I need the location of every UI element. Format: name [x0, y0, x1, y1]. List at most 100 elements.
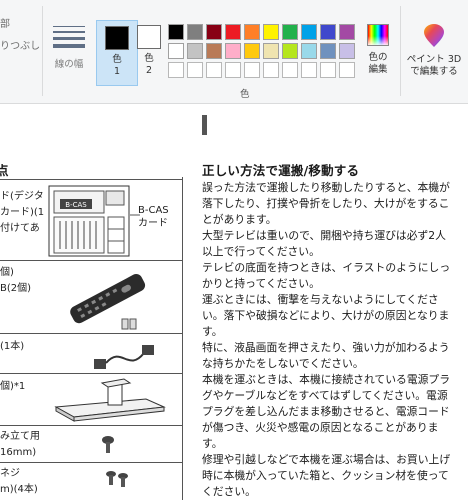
palette-color-swatch[interactable]: [206, 43, 222, 59]
table-row-border: [0, 373, 182, 374]
palette-color-swatch[interactable]: [244, 24, 260, 40]
palette-color-swatch[interactable]: [244, 43, 260, 59]
color-spectrum-icon: [367, 24, 389, 46]
palette-color-swatch[interactable]: [263, 24, 279, 40]
palette-color-swatch[interactable]: [187, 43, 203, 59]
palette-color-swatch[interactable]: [225, 24, 241, 40]
shape-fill-label[interactable]: りつぶし: [0, 36, 40, 58]
color2-swatch: [137, 25, 161, 49]
drawing-canvas[interactable]: 点 ド(デジタ カード)(1 付けてあ B-CAS B-CAS カード 個) B…: [0, 105, 468, 500]
row4-line1: 個)*1: [0, 381, 26, 392]
custom-color-slot[interactable]: [168, 62, 184, 78]
table-row-text: 個) B(2個): [0, 265, 31, 297]
palette-color-swatch[interactable]: [168, 24, 184, 40]
custom-color-slot[interactable]: [320, 62, 336, 78]
bcas-label-line2: カード: [138, 218, 168, 229]
row5-line1: み立て用: [0, 431, 40, 442]
paint3d-icon: [424, 24, 444, 47]
custom-color-slot[interactable]: [225, 62, 241, 78]
custom-color-slot[interactable]: [263, 62, 279, 78]
custom-color-slot[interactable]: [339, 62, 355, 78]
custom-color-slot[interactable]: [282, 62, 298, 78]
table-row-text: ド(デジタ カード)(1 付けてあ: [0, 189, 44, 237]
paint-ribbon: 部 りつぶし 線の幅 色 1 色 2 色 色の 編集 ペイント 3D で編集する: [0, 0, 468, 104]
table-row-text: 個)*1: [0, 379, 25, 395]
table-divider: [182, 177, 183, 500]
paragraph: 本機を運ぶときは、本機に接続されている電源プラグやケーブルなどをすべてはずしてく…: [202, 373, 451, 450]
row1-line2: カード)(1: [0, 207, 45, 218]
row6-line2: m)(4本): [0, 484, 38, 495]
line-width-button[interactable]: 線の幅: [46, 6, 92, 86]
palette-color-swatch[interactable]: [320, 24, 336, 40]
line-width-label: 線の幅: [54, 59, 84, 70]
palette-color-swatch[interactable]: [168, 43, 184, 59]
paragraph: テレビの底面を持つときは、イラストのようにしっかりと持ってください。: [202, 261, 451, 290]
ribbon-separator: [400, 6, 401, 96]
custom-color-slot[interactable]: [244, 62, 260, 78]
custom-color-slot[interactable]: [301, 62, 317, 78]
row1-line1: ド(デジタ: [0, 191, 44, 202]
color1-swatch: [105, 26, 129, 50]
section-title: 正しい方法で運搬/移動する: [202, 163, 360, 178]
accessories-title: 点: [0, 163, 9, 178]
paint3d-label-1: ペイント 3D: [406, 54, 462, 65]
palette-color-swatch[interactable]: [206, 24, 222, 40]
bcas-card-text: B-CAS: [65, 201, 87, 209]
table-row-text: み立て用 16mm): [0, 429, 40, 461]
palette-color-swatch[interactable]: [282, 43, 298, 59]
table-row-border: [0, 179, 182, 180]
palette-color-swatch[interactable]: [320, 43, 336, 59]
paragraph: 特に、液晶画面を押さえたり、強い力が加わるような持ちかたをしないでください。: [202, 341, 450, 370]
screw-illustration: [102, 436, 114, 453]
table-row-border: [0, 260, 182, 261]
paint3d-label-2: で編集する: [410, 66, 458, 77]
shape-outline-label[interactable]: 部: [0, 14, 40, 36]
resize-handle[interactable]: [202, 115, 207, 135]
palette-color-swatch[interactable]: [301, 24, 317, 40]
remote-control-illustration: [70, 273, 146, 330]
paragraph: 大型テレビは重いので、開梱や持ち運びは必ず2人以上で行ってください。: [202, 229, 446, 258]
palette-color-swatch[interactable]: [301, 43, 317, 59]
custom-color-slot[interactable]: [187, 62, 203, 78]
paragraph: 修理や引越しなどで本機を運ぶ場合は、お買い上げ時に本機が入っていた箱と、クッショ…: [202, 453, 451, 498]
table-row-border: [0, 462, 182, 463]
palette-color-swatch[interactable]: [187, 24, 203, 40]
bcas-label-line1: B-CAS: [138, 205, 169, 216]
row3-line1: (1本): [0, 341, 25, 352]
custom-color-slot[interactable]: [206, 62, 222, 78]
edit-colors-label-2: 編集: [368, 64, 388, 75]
palette-color-swatch[interactable]: [282, 24, 298, 40]
ribbon-left-partial[interactable]: 部 りつぶし: [0, 14, 40, 58]
color2-button[interactable]: 色 2: [128, 20, 170, 86]
screws-illustration: [106, 471, 128, 487]
colors-group-label: 色: [240, 89, 250, 100]
table-row-border: [0, 333, 182, 334]
color-palette: [168, 24, 355, 78]
palette-color-swatch[interactable]: [263, 43, 279, 59]
power-cord-illustration: [94, 345, 154, 369]
table-row-border: [0, 425, 182, 426]
ribbon-separator: [42, 6, 43, 96]
table-row-text: ネジ m)(4本): [0, 466, 38, 498]
paragraph: 誤った方法で運搬したり移動したりすると、本機が落下したり、打撲や骨折をしたり、大…: [202, 181, 450, 226]
paragraph: 運ぶときには、衝撃を与えないようにしてください。落下や破損などにより、大けがの原…: [202, 293, 450, 338]
bcas-card-illustration: B-CAS: [48, 185, 140, 257]
color2-number: 2: [145, 65, 153, 76]
palette-color-swatch[interactable]: [225, 43, 241, 59]
palette-color-swatch[interactable]: [339, 43, 355, 59]
line-width-icon: [53, 26, 85, 52]
stand-illustration: [54, 378, 166, 422]
bcas-label: B-CAS カード: [138, 204, 169, 230]
edit-colors-label-1: 色の: [368, 52, 388, 63]
table-row-text: (1本): [0, 339, 24, 355]
edit-in-paint3d-button[interactable]: ペイント 3D で編集する: [402, 22, 466, 78]
row6-line1: ネジ: [0, 468, 20, 479]
row5-line2: 16mm): [0, 447, 37, 458]
row2-line2: B(2個): [0, 283, 32, 294]
section-body: 誤った方法で運搬したり移動したりすると、本機が落下したり、打撲や骨折をしたり、大…: [202, 180, 452, 500]
edit-colors-button[interactable]: 色の 編集: [360, 22, 396, 76]
color2-label: 色: [144, 53, 154, 64]
palette-color-swatch[interactable]: [339, 24, 355, 40]
row1-line3: 付けてあ: [0, 223, 40, 234]
row2-line1: 個): [0, 267, 14, 278]
